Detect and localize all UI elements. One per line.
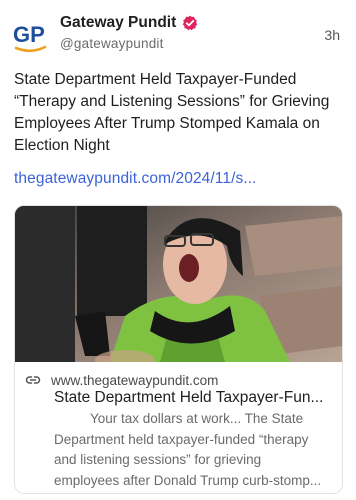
author-name[interactable]: Gateway Pundit: [60, 14, 176, 32]
post-text: State Department Held Taxpayer-Funded “T…: [14, 71, 330, 154]
crying-protester-photo-icon: [15, 206, 342, 362]
card-domain: www.thegatewaypundit.com: [51, 372, 219, 388]
card-title[interactable]: State Department Held Taxpayer-Fun...: [54, 388, 334, 408]
card-domain-row: www.thegatewaypundit.com: [25, 372, 218, 388]
svg-text:GP: GP: [13, 22, 45, 47]
avatar[interactable]: GP: [12, 16, 50, 56]
verified-badge-icon: [183, 15, 198, 31]
link-preview-card[interactable]: www.thegatewaypundit.com State Departmen…: [14, 205, 343, 494]
social-post[interactable]: GP Gateway Pundit @gatewaypundit 3h Stat…: [0, 0, 356, 500]
author-handle[interactable]: @gatewaypundit: [60, 36, 198, 51]
author-block: Gateway Pundit @gatewaypundit: [60, 13, 198, 51]
post-link[interactable]: thegatewaypundit.com/2024/11/s...: [14, 170, 257, 188]
post-timestamp: 3h: [324, 27, 340, 43]
card-description-text: Your tax dollars at work... The State De…: [54, 411, 309, 467]
gateway-pundit-logo-icon: GP: [13, 22, 47, 53]
card-description-last-line: employees after Donald Trump curb-stomp.…: [54, 472, 322, 488]
card-description: Your tax dollars at work... The State De…: [54, 409, 330, 491]
link-icon: [25, 376, 41, 384]
